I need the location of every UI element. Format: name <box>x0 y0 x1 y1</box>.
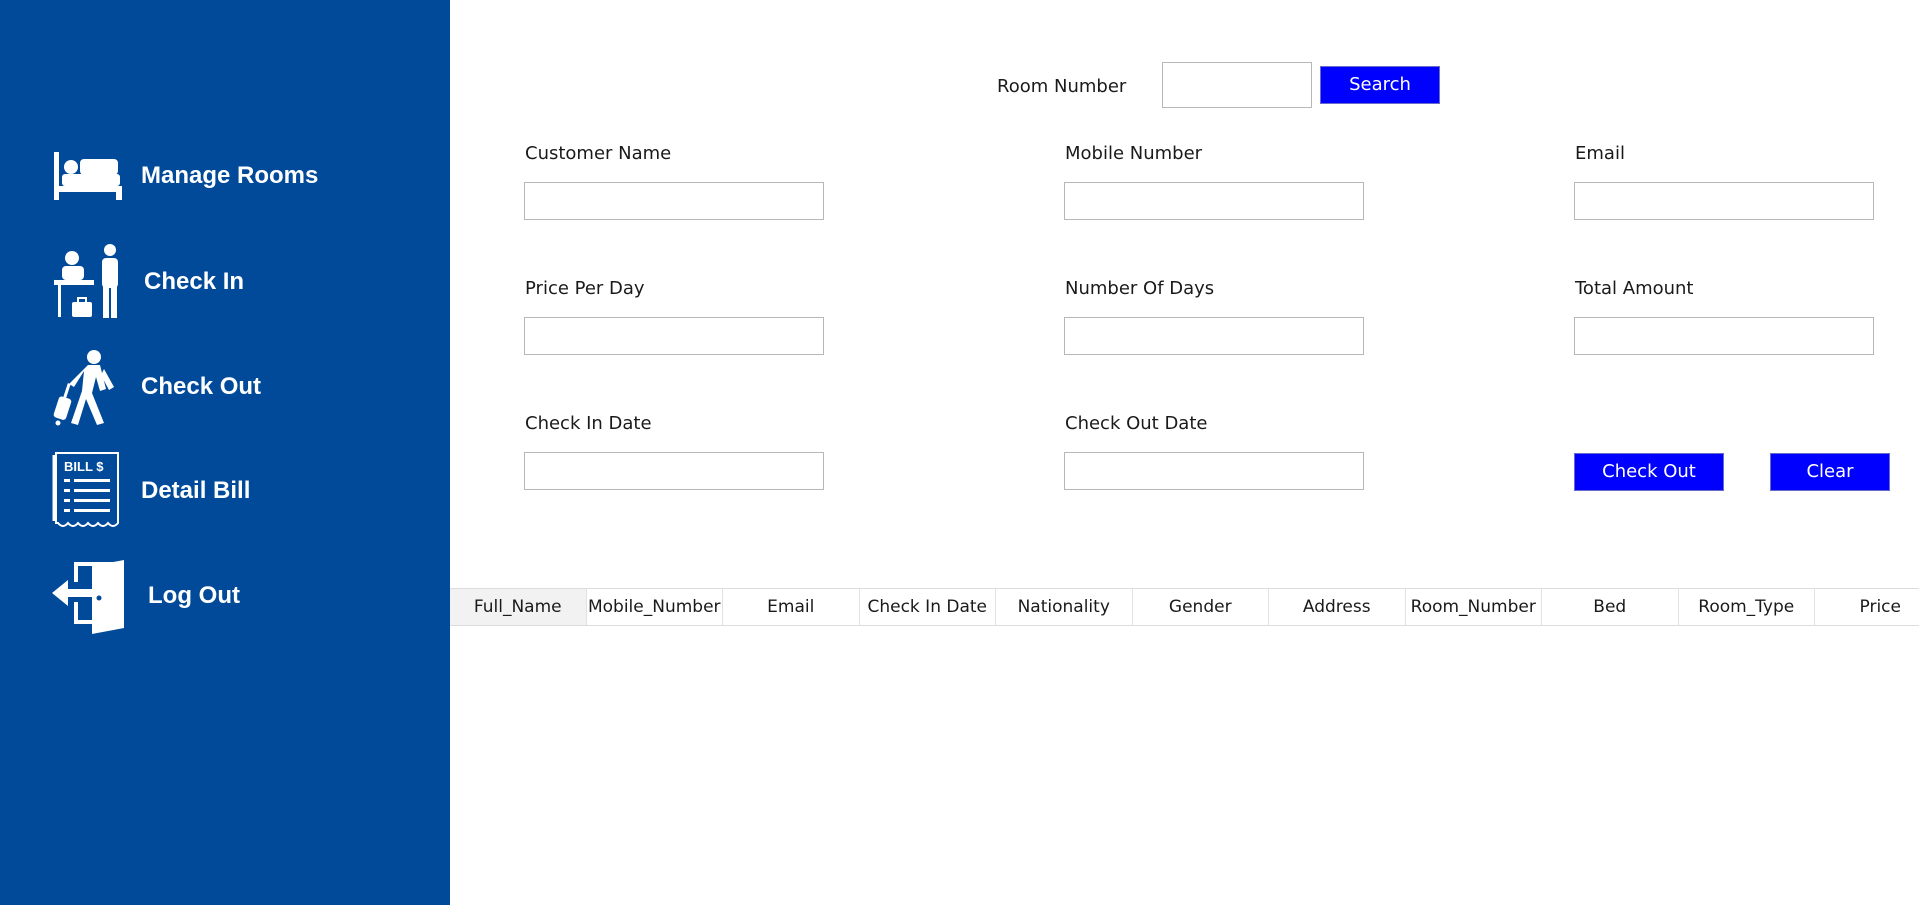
check-in-date-input[interactable] <box>524 452 824 490</box>
column-header-check-in-date[interactable]: Check In Date <box>860 589 996 625</box>
column-header-gender[interactable]: Gender <box>1133 589 1269 625</box>
mobile-number-label: Mobile Number <box>1065 143 1203 164</box>
column-header-price[interactable]: Price <box>1815 589 1919 625</box>
check-out-date-input[interactable] <box>1064 452 1364 490</box>
sidebar-item-manage-rooms[interactable]: Manage Rooms <box>52 134 432 218</box>
sidebar-item-check-in[interactable]: Check In <box>52 240 432 324</box>
column-header-room-number[interactable]: Room_Number <box>1406 589 1542 625</box>
check-out-date-label: Check Out Date <box>1065 413 1208 434</box>
price-per-day-input[interactable] <box>524 317 824 355</box>
sidebar-item-label: Check In <box>144 268 245 295</box>
number-of-days-label: Number Of Days <box>1065 278 1215 299</box>
total-amount-input[interactable] <box>1574 317 1874 355</box>
sidebar-item-label: Check Out <box>141 373 262 400</box>
sidebar-item-label: Manage Rooms <box>141 162 319 189</box>
price-per-day-label: Price Per Day <box>525 278 645 299</box>
walking-luggage-icon <box>52 345 124 429</box>
column-header-address[interactable]: Address <box>1269 589 1406 625</box>
check-out-button[interactable]: Check Out <box>1574 453 1724 491</box>
customer-name-label: Customer Name <box>525 143 672 164</box>
sidebar-item-detail-bill[interactable]: BILL $ Detail Bill <box>52 449 432 533</box>
sidebar-item-label: Detail Bill <box>141 477 251 504</box>
column-header-bed[interactable]: Bed <box>1542 589 1679 625</box>
exit-door-icon <box>52 554 124 638</box>
column-header-nationality[interactable]: Nationality <box>996 589 1133 625</box>
email-input[interactable] <box>1574 182 1874 220</box>
column-header-mobile-number[interactable]: Mobile_Number <box>587 589 723 625</box>
column-header-email[interactable]: Email <box>723 589 860 625</box>
search-button[interactable]: Search <box>1320 66 1440 104</box>
bed-icon <box>52 134 124 218</box>
clear-button[interactable]: Clear <box>1770 453 1890 491</box>
sidebar-item-check-out[interactable]: Check Out <box>52 345 432 429</box>
sidebar-item-log-out[interactable]: Log Out <box>52 554 432 638</box>
bill-icon: BILL $ <box>52 449 124 533</box>
customer-table-header: Full_Name Mobile_Number Email Check In D… <box>450 588 1919 626</box>
column-header-full-name[interactable]: Full_Name <box>450 589 587 625</box>
total-amount-label: Total Amount <box>1575 278 1694 299</box>
column-header-room-type[interactable]: Room_Type <box>1679 589 1815 625</box>
number-of-days-input[interactable] <box>1064 317 1364 355</box>
mobile-number-input[interactable] <box>1064 182 1364 220</box>
room-number-label: Room Number <box>997 76 1127 97</box>
main-panel: Room Number Search Customer Name Mobile … <box>450 0 1919 905</box>
room-number-input[interactable] <box>1162 62 1312 108</box>
bill-icon-text: BILL $ <box>64 459 104 474</box>
check-in-date-label: Check In Date <box>525 413 652 434</box>
sidebar: Manage Rooms Check In Check Out BILL $ D… <box>0 0 450 905</box>
reception-icon <box>52 240 124 324</box>
email-label: Email <box>1575 143 1625 164</box>
sidebar-item-label: Log Out <box>148 582 240 609</box>
customer-name-input[interactable] <box>524 182 824 220</box>
